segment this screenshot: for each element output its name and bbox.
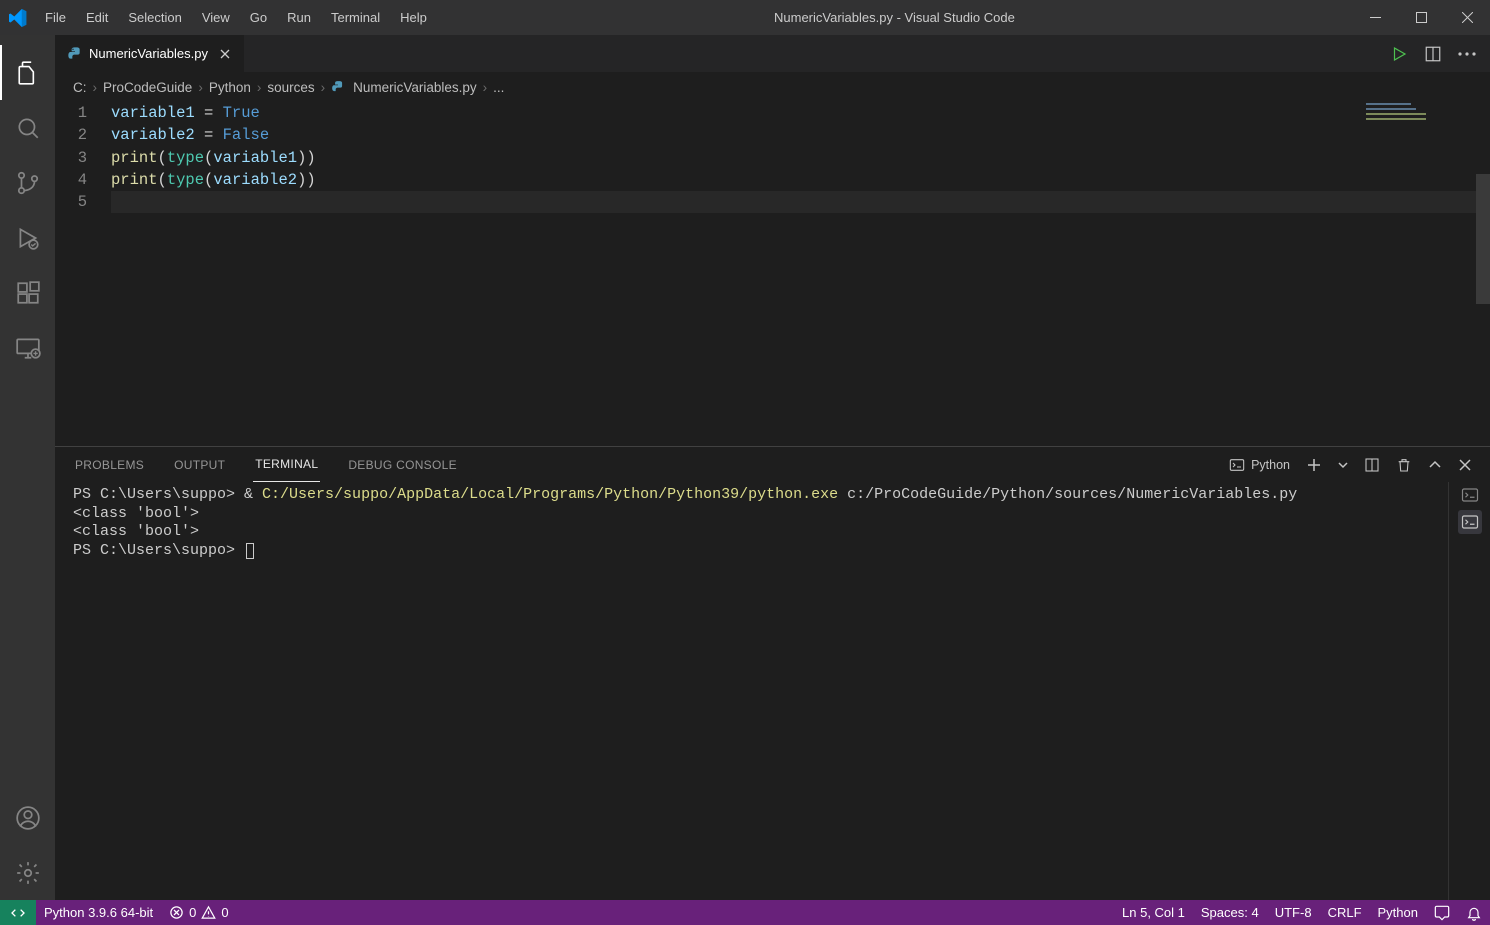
editor-panel-split: 1 2 3 4 5 variable1 = True variable2 = F… — [55, 101, 1490, 900]
window-controls — [1352, 0, 1490, 35]
status-indentation[interactable]: Spaces: 4 — [1193, 900, 1267, 925]
accounts-icon[interactable] — [0, 790, 55, 845]
status-cursor-position[interactable]: Ln 5, Col 1 — [1114, 900, 1193, 925]
crumb-root[interactable]: C: — [73, 80, 87, 95]
editor-tabs: NumericVariables.py — [55, 35, 1490, 73]
menubar: File Edit Selection View Go Run Terminal… — [35, 0, 437, 35]
remote-indicator[interactable] — [0, 900, 36, 925]
breadcrumb[interactable]: C:› ProCodeGuide› Python› sources› Numer… — [55, 73, 1490, 101]
crumb-p1[interactable]: ProCodeGuide — [103, 80, 192, 95]
menu-terminal[interactable]: Terminal — [321, 0, 390, 35]
titlebar: File Edit Selection View Go Run Terminal… — [0, 0, 1490, 35]
status-notifications-icon[interactable] — [1458, 900, 1490, 925]
crumb-p3[interactable]: sources — [267, 80, 314, 95]
window-minimize-button[interactable] — [1352, 0, 1398, 35]
panel-tabs: Problems Output Terminal Debug Console P… — [55, 447, 1490, 482]
window-close-button[interactable] — [1444, 0, 1490, 35]
menu-file[interactable]: File — [35, 0, 76, 35]
editor-toolbar — [1376, 35, 1490, 72]
code-editor[interactable]: 1 2 3 4 5 variable1 = True variable2 = F… — [55, 101, 1490, 446]
main-area: NumericVariables.py C:› ProCodeGuide› Py… — [0, 35, 1490, 900]
status-encoding[interactable]: UTF-8 — [1267, 900, 1320, 925]
terminal-selector[interactable]: Python — [1229, 457, 1290, 473]
minimap[interactable] — [1366, 101, 1476, 141]
status-eol[interactable]: CRLF — [1320, 900, 1370, 925]
split-terminal-icon[interactable] — [1364, 457, 1380, 473]
more-actions-icon[interactable] — [1458, 52, 1476, 56]
panel-maximize-icon[interactable] — [1428, 458, 1442, 472]
status-feedback-icon[interactable] — [1426, 900, 1458, 925]
crumb-tail[interactable]: ... — [493, 80, 504, 95]
tab-close-icon[interactable] — [218, 47, 232, 61]
terminal-instance-icon[interactable] — [1458, 510, 1482, 534]
status-bar: Python 3.9.6 64-bit 0 0 Ln 5, Col 1 Spac… — [0, 900, 1490, 925]
status-interpreter[interactable]: Python 3.9.6 64-bit — [36, 900, 161, 925]
split-editor-icon[interactable] — [1424, 45, 1442, 63]
python-file-icon — [331, 80, 345, 94]
menu-selection[interactable]: Selection — [118, 0, 191, 35]
status-problems[interactable]: 0 0 — [161, 900, 236, 925]
source-control-icon[interactable] — [0, 155, 55, 210]
panel-close-icon[interactable] — [1458, 458, 1472, 472]
menu-edit[interactable]: Edit — [76, 0, 118, 35]
run-debug-icon[interactable] — [0, 210, 55, 265]
window-maximize-button[interactable] — [1398, 0, 1444, 35]
tab-filename: NumericVariables.py — [89, 46, 208, 61]
settings-gear-icon[interactable] — [0, 845, 55, 900]
search-icon[interactable] — [0, 100, 55, 155]
explorer-icon[interactable] — [0, 45, 55, 100]
panel-tab-output[interactable]: Output — [172, 447, 227, 482]
menu-help[interactable]: Help — [390, 0, 437, 35]
terminal-dropdown-icon[interactable] — [1338, 460, 1348, 470]
crumb-file[interactable]: NumericVariables.py — [353, 80, 477, 95]
terminal-side-gutter — [1448, 482, 1490, 900]
menu-go[interactable]: Go — [240, 0, 277, 35]
terminal-instance-icon[interactable] — [1461, 486, 1479, 504]
editor-area: NumericVariables.py C:› ProCodeGuide› Py… — [55, 35, 1490, 900]
new-terminal-icon[interactable] — [1306, 457, 1322, 473]
bottom-panel: Problems Output Terminal Debug Console P… — [55, 446, 1490, 900]
terminal-cursor — [246, 543, 254, 559]
menu-run[interactable]: Run — [277, 0, 321, 35]
status-language-mode[interactable]: Python — [1370, 900, 1426, 925]
activity-bar — [0, 35, 55, 900]
tab-numericvariables[interactable]: NumericVariables.py — [55, 35, 245, 72]
panel-tab-terminal[interactable]: Terminal — [253, 447, 320, 482]
terminal-output[interactable]: PS C:\Users\suppo> & C:/Users/suppo/AppD… — [55, 482, 1448, 900]
window-title: NumericVariables.py - Visual Studio Code — [437, 10, 1352, 25]
kill-terminal-icon[interactable] — [1396, 457, 1412, 473]
code-content[interactable]: variable1 = True variable2 = False print… — [111, 101, 1490, 446]
remote-explorer-icon[interactable] — [0, 320, 55, 375]
crumb-p2[interactable]: Python — [209, 80, 251, 95]
editor-scrollbar[interactable] — [1476, 101, 1490, 446]
panel-tab-debug-console[interactable]: Debug Console — [346, 447, 459, 482]
vscode-logo-icon — [0, 9, 35, 27]
menu-view[interactable]: View — [192, 0, 240, 35]
extensions-icon[interactable] — [0, 265, 55, 320]
run-file-icon[interactable] — [1390, 45, 1408, 63]
panel-tab-problems[interactable]: Problems — [73, 447, 146, 482]
python-file-icon — [67, 46, 83, 62]
line-number-gutter: 1 2 3 4 5 — [55, 101, 111, 446]
